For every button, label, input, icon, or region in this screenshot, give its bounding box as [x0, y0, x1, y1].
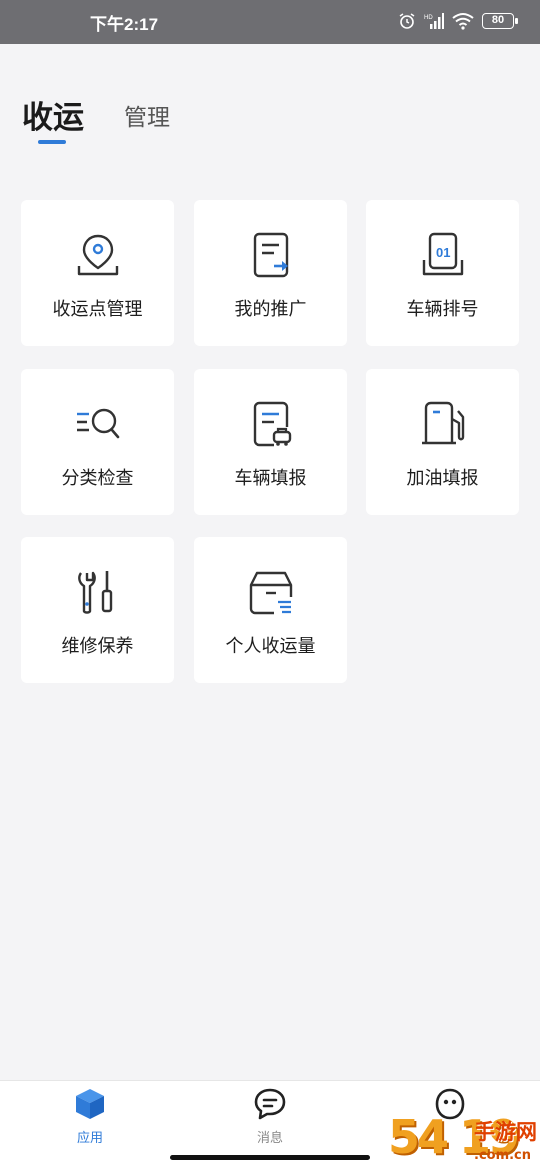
card-maintenance[interactable]: 维修保养 [21, 537, 174, 683]
home-indicator[interactable] [170, 1155, 370, 1160]
active-tab-indicator [38, 140, 66, 144]
watermark-domain: .com.cn [474, 1148, 532, 1163]
wrench-screwdriver-icon [77, 571, 112, 614]
card-label: 收运点管理 [52, 299, 143, 320]
nav-messages[interactable]: 消息 [225, 1087, 315, 1146]
watermark-site: 手游网 [474, 1120, 537, 1144]
card-classification-check[interactable]: 分类检查 [21, 369, 174, 515]
signal-icon: HD [424, 13, 444, 29]
list-search-icon [76, 408, 119, 439]
watermark-logo: 54 19 手游网 .com.cn [388, 1110, 540, 1170]
tab-collect-label: 收运 [22, 100, 84, 136]
card-my-promotion[interactable]: 我的推广 [194, 200, 347, 346]
vehicle-queue-icon: 01 [422, 232, 463, 276]
card-fuel-report[interactable]: 加油填报 [366, 369, 519, 515]
card-label: 分类检查 [61, 468, 134, 489]
nav-messages-label: 消息 [256, 1131, 283, 1146]
svg-text:01: 01 [436, 245, 450, 260]
card-label: 车辆排号 [406, 299, 479, 320]
svg-text:HD: HD [424, 15, 433, 21]
fuel-pump-icon [421, 401, 464, 445]
location-pin-icon [77, 234, 118, 276]
card-label: 车辆填报 [234, 468, 307, 489]
card-vehicle-queue[interactable]: 01 车辆排号 [366, 200, 519, 346]
wifi-icon [452, 13, 474, 30]
document-share-icon [253, 232, 288, 278]
alarm-icon [399, 13, 415, 29]
battery-indicator: 80 [482, 13, 518, 29]
card-label: 维修保养 [61, 636, 134, 657]
card-label: 我的推广 [234, 299, 307, 320]
card-label: 加油填报 [406, 468, 479, 489]
cube-icon [76, 1089, 104, 1119]
tab-collect[interactable]: 收运 [22, 92, 84, 144]
nav-apps[interactable]: 应用 [45, 1087, 135, 1146]
tab-manage[interactable]: 管理 [124, 98, 170, 132]
status-bar: 下午2:17 HD 80 [0, 0, 540, 44]
chat-bubble-icon [254, 1088, 286, 1120]
card-personal-collection-volume[interactable]: 个人收运量 [194, 537, 347, 683]
card-vehicle-report[interactable]: 车辆填报 [194, 369, 347, 515]
card-label: 个人收运量 [225, 636, 316, 657]
box-list-icon [249, 571, 292, 615]
card-collection-point-management[interactable]: 收运点管理 [21, 200, 174, 346]
status-time: 下午2:17 [90, 15, 159, 34]
status-icons: HD 80 [398, 12, 518, 30]
vehicle-report-icon [253, 401, 291, 447]
top-tabs: 收运 管理 [22, 92, 170, 144]
nav-apps-label: 应用 [76, 1131, 103, 1146]
